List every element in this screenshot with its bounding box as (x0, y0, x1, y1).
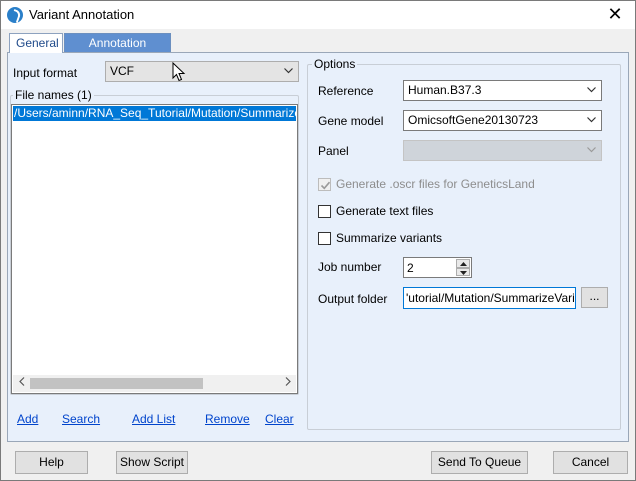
cancel-button[interactable]: Cancel (553, 451, 628, 474)
input-format-label: Input format (13, 66, 78, 80)
file-list[interactable]: /Users/aminn/RNA_Seq_Tutorial/Mutation/S… (11, 104, 298, 394)
options-group-label: Options (312, 57, 358, 71)
gene-model-label: Gene model (318, 114, 384, 128)
summarize-variants-checkbox-row[interactable]: Summarize variants (318, 231, 442, 245)
horizontal-scrollbar[interactable] (13, 375, 296, 392)
gene-model-select[interactable]: OmicsoftGene20130723 (403, 110, 602, 131)
job-number-stepper[interactable]: 2 (403, 257, 472, 278)
summarize-variants-label: Summarize variants (336, 231, 443, 245)
chevron-down-icon (587, 87, 596, 95)
job-number-label: Job number (318, 260, 382, 274)
panel-select (403, 140, 602, 161)
input-format-select[interactable]: VCF (105, 61, 299, 82)
add-list-link[interactable]: Add List (132, 412, 175, 426)
decrement-button[interactable] (456, 267, 470, 276)
job-number-value[interactable]: 2 (407, 261, 414, 275)
send-to-queue-button[interactable]: Send To Queue (431, 451, 528, 474)
checkmark-icon (320, 181, 331, 189)
generate-text-label: Generate text files (336, 204, 434, 218)
output-folder-label: Output folder (318, 292, 388, 306)
gene-model-value: OmicsoftGene20130723 (408, 113, 539, 127)
chevron-down-icon (587, 117, 596, 125)
caret-down-icon (460, 270, 467, 275)
remove-link[interactable]: Remove (205, 412, 250, 426)
input-format-value: VCF (110, 64, 134, 78)
increment-button[interactable] (456, 259, 470, 268)
title-bar: Variant Annotation ✕ (1, 1, 635, 29)
clear-link[interactable]: Clear (265, 412, 294, 426)
close-button[interactable]: ✕ (601, 4, 629, 26)
reference-select[interactable]: Human.B37.3 (403, 80, 602, 101)
mouse-cursor-icon (172, 62, 186, 82)
tab-general[interactable]: General (9, 33, 63, 53)
list-item[interactable]: /Users/aminn/RNA_Seq_Tutorial/Mutation/S… (13, 106, 296, 121)
caret-up-icon (460, 262, 467, 266)
app-logo-icon (7, 7, 23, 23)
output-folder-input[interactable]: 'utorial/Mutation/SummarizeVariant (403, 287, 576, 309)
browse-button[interactable]: ... (581, 287, 608, 308)
generate-oscr-checkbox (318, 177, 331, 191)
summarize-variants-checkbox[interactable] (318, 231, 331, 245)
generate-text-checkbox[interactable] (318, 204, 331, 218)
reference-label: Reference (318, 84, 374, 98)
reference-value: Human.B37.3 (408, 83, 482, 97)
generate-oscr-label: Generate .oscr files for GeneticsLand (336, 177, 535, 191)
tab-annotation-source[interactable]: Annotation Source (64, 33, 171, 68)
add-link[interactable]: Add (17, 412, 38, 426)
variant-annotation-dialog: Variant Annotation ✕ General Annotation … (0, 0, 636, 481)
generate-oscr-checkbox-row: Generate .oscr files for GeneticsLand (318, 177, 535, 191)
chevron-down-icon (284, 68, 293, 76)
search-link[interactable]: Search (62, 412, 100, 426)
file-names-label: File names (1) (13, 88, 94, 102)
chevron-down-icon (587, 147, 596, 155)
scroll-right-icon[interactable] (279, 375, 296, 392)
help-button[interactable]: Help (15, 451, 88, 474)
tab-general-label: General (16, 36, 59, 50)
scroll-left-icon[interactable] (13, 375, 30, 392)
generate-text-checkbox-row[interactable]: Generate text files (318, 204, 433, 218)
scrollbar-thumb[interactable] (30, 378, 203, 389)
panel-label: Panel (318, 144, 349, 158)
show-script-button[interactable]: Show Script (116, 451, 188, 474)
window-title: Variant Annotation (29, 7, 135, 22)
